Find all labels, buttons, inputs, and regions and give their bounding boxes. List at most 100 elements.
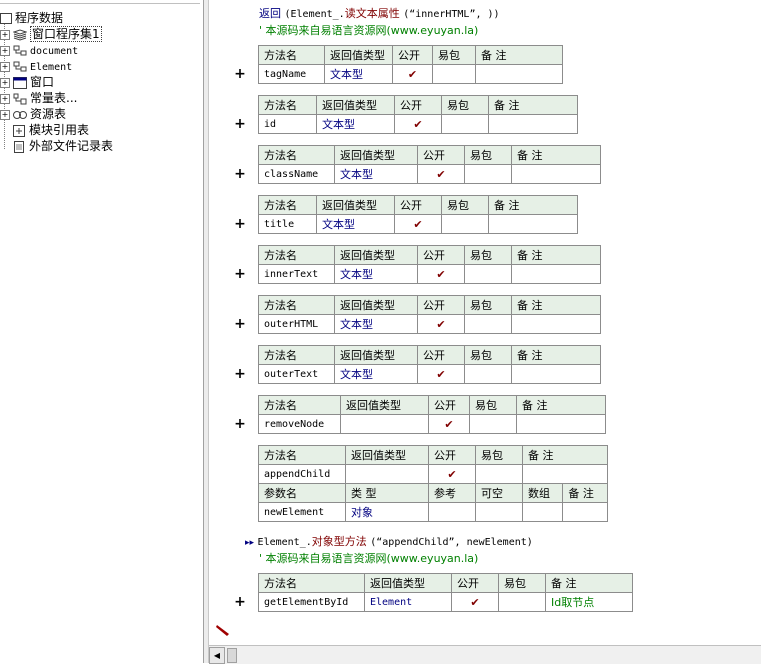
- method-table[interactable]: 方法名 返回值类型 公开 易包备 注 outerText 文本型 ✔: [258, 345, 601, 384]
- method-table[interactable]: 方法名 返回值类型 公开 易包备 注 getElementById Element ✔ Id取…: [258, 573, 633, 612]
- method-name-cell[interactable]: innerText: [258, 264, 335, 284]
- tree-root[interactable]: 程序数据: [0, 10, 63, 26]
- param-cell[interactable]: 对象: [345, 502, 429, 522]
- method-table[interactable]: 方法名 返回值类型 公开 易包备 注 id 文本型 ✔: [258, 95, 578, 134]
- note-cell[interactable]: [488, 114, 578, 134]
- note-cell[interactable]: [511, 364, 601, 384]
- easy-pack-cell[interactable]: [432, 64, 476, 84]
- return-type-cell[interactable]: 文本型: [334, 314, 418, 334]
- method-table[interactable]: 方法名 返回值类型 公开 易包备 注 removeNode ✔: [258, 395, 606, 434]
- easy-pack-cell[interactable]: [464, 364, 512, 384]
- easy-pack-cell[interactable]: [464, 314, 512, 334]
- param-cell[interactable]: [562, 502, 608, 522]
- header-public: 公开: [394, 95, 442, 115]
- expand-method-icon[interactable]: +: [234, 166, 246, 182]
- return-type-cell[interactable]: 文本型: [334, 364, 418, 384]
- return-type-cell[interactable]: 文本型: [316, 214, 395, 234]
- return-type-cell[interactable]: [345, 464, 429, 484]
- public-check-icon[interactable]: ✔: [428, 414, 470, 434]
- param-cell[interactable]: [475, 502, 523, 522]
- expand-icon[interactable]: +: [0, 45, 10, 56]
- method-name-cell[interactable]: className: [258, 164, 335, 184]
- return-type-cell[interactable]: Element: [364, 592, 452, 612]
- note-cell[interactable]: [511, 314, 601, 334]
- easy-pack-cell[interactable]: [441, 214, 489, 234]
- return-type-cell[interactable]: 文本型: [316, 114, 395, 134]
- expand-icon[interactable]: +: [0, 29, 10, 40]
- method-name-cell[interactable]: appendChild: [258, 464, 346, 484]
- expand-icon[interactable]: +: [0, 77, 10, 88]
- note-cell[interactable]: [511, 164, 601, 184]
- note-cell[interactable]: [488, 214, 578, 234]
- method-table[interactable]: 方法名 返回值类型 公开 易包备 注 innerText 文本型 ✔: [258, 245, 601, 284]
- note-cell[interactable]: [475, 64, 563, 84]
- method-name-cell[interactable]: title: [258, 214, 317, 234]
- tree-item-window[interactable]: + 窗口: [0, 74, 54, 90]
- public-check-icon[interactable]: ✔: [392, 64, 433, 84]
- expand-method-icon[interactable]: +: [234, 416, 246, 432]
- header-public: 公开: [394, 195, 442, 215]
- easy-pack-cell[interactable]: [498, 592, 546, 612]
- param-cell[interactable]: [521, 502, 564, 522]
- call-statement[interactable]: ▸▸ Element_.对象型方法 (“appendChild”, newEle…: [245, 533, 533, 549]
- method-table[interactable]: 方法名 返回值类型 公开 易包备 注 className 文本型 ✔: [258, 145, 601, 184]
- public-check-icon[interactable]: ✔: [417, 264, 465, 284]
- note-cell[interactable]: Id取节点: [545, 592, 633, 612]
- method-name-cell[interactable]: getElementById: [258, 592, 365, 612]
- expand-method-icon[interactable]: +: [234, 366, 246, 382]
- header-public: 公开: [417, 145, 465, 165]
- expand-icon[interactable]: +: [0, 61, 10, 72]
- note-cell[interactable]: [516, 414, 606, 434]
- tree-item-label: 窗口程序集1: [30, 26, 102, 42]
- method-name-cell[interactable]: outerHTML: [258, 314, 335, 334]
- scroll-thumb[interactable]: [227, 648, 237, 663]
- return-type-cell[interactable]: 文本型: [334, 264, 418, 284]
- note-cell[interactable]: [511, 264, 601, 284]
- public-check-icon[interactable]: ✔: [394, 114, 442, 134]
- return-type-cell[interactable]: 文本型: [334, 164, 418, 184]
- public-check-icon[interactable]: ✔: [451, 592, 499, 612]
- expand-method-icon[interactable]: +: [234, 116, 246, 132]
- scroll-left-icon[interactable]: ◀: [209, 647, 225, 664]
- method-table[interactable]: 方法名 返回值类型 公开 易包备 注 title 文本型 ✔: [258, 195, 578, 234]
- expand-method-icon[interactable]: +: [234, 266, 246, 282]
- public-check-icon[interactable]: ✔: [428, 464, 476, 484]
- return-type-cell[interactable]: [340, 414, 429, 434]
- public-check-icon[interactable]: ✔: [417, 164, 465, 184]
- method-table[interactable]: 方法名 返回值类型 公开 易包备 注 tagName 文本型 ✔: [258, 45, 563, 84]
- public-check-icon[interactable]: ✔: [394, 214, 442, 234]
- expand-method-icon[interactable]: +: [234, 66, 246, 82]
- expand-icon[interactable]: +: [0, 109, 10, 120]
- easy-pack-cell[interactable]: [464, 164, 512, 184]
- tree-item-element[interactable]: + Element: [0, 58, 72, 74]
- param-name-cell[interactable]: newElement: [258, 502, 346, 522]
- tree-item-external-files[interactable]: 外部文件记录表: [12, 138, 113, 154]
- tree-item-resources[interactable]: + 资源表: [0, 106, 66, 122]
- tree-item-assembly[interactable]: + 窗口程序集1: [0, 26, 102, 42]
- horizontal-scrollbar[interactable]: ◀: [209, 645, 761, 664]
- tree-item-document[interactable]: + document: [0, 42, 78, 58]
- return-type-cell[interactable]: 文本型: [324, 64, 393, 84]
- easy-pack-cell[interactable]: [469, 414, 517, 434]
- method-table[interactable]: 方法名 返回值类型 公开 易包备 注 appendChild ✔ 参数名类 型参考 可空 数组备…: [258, 445, 608, 522]
- expand-method-icon[interactable]: +: [234, 316, 246, 332]
- expand-method-icon[interactable]: +: [234, 216, 246, 232]
- public-check-icon[interactable]: ✔: [417, 364, 465, 384]
- expand-method-icon[interactable]: +: [234, 594, 246, 610]
- easy-pack-cell[interactable]: [475, 464, 523, 484]
- tree-item-module-refs[interactable]: 模块引用表: [12, 122, 89, 138]
- method-table[interactable]: 方法名 返回值类型 公开 易包备 注 outerHTML 文本型 ✔: [258, 295, 601, 334]
- return-statement[interactable]: 返回 (Element_.读文本属性 (“innerHTML”, )): [259, 5, 500, 21]
- expand-icon[interactable]: +: [0, 93, 10, 104]
- easy-pack-cell[interactable]: [441, 114, 489, 134]
- method-name-cell[interactable]: id: [258, 114, 317, 134]
- method-name-cell[interactable]: outerText: [258, 364, 335, 384]
- public-check-icon[interactable]: ✔: [417, 314, 465, 334]
- note-cell[interactable]: [522, 464, 608, 484]
- method-name-cell[interactable]: removeNode: [258, 414, 341, 434]
- call-args: (“appendChild”, newElement): [370, 537, 533, 548]
- tree-item-constants[interactable]: + 常量表...: [0, 90, 77, 106]
- param-cell[interactable]: [428, 502, 476, 522]
- easy-pack-cell[interactable]: [464, 264, 512, 284]
- method-name-cell[interactable]: tagName: [258, 64, 325, 84]
